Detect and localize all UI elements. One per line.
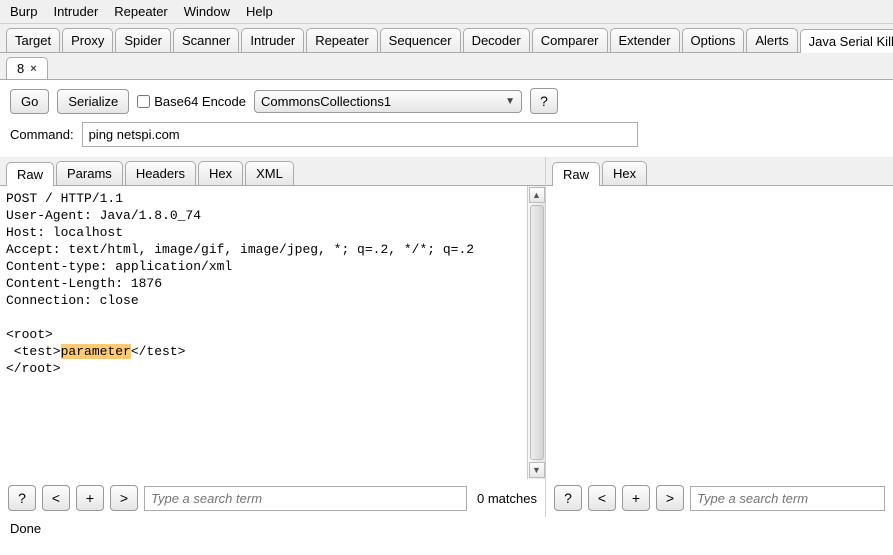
response-pane: Raw Hex ? < + > [546, 157, 893, 517]
menu-repeater[interactable]: Repeater [110, 2, 171, 21]
tab-comparer[interactable]: Comparer [532, 28, 608, 52]
tab-repeater[interactable]: Repeater [306, 28, 377, 52]
request-pane: Raw Params Headers Hex XML POST / HTTP/1… [0, 157, 546, 517]
response-search-next[interactable]: > [656, 485, 684, 511]
request-search-next[interactable]: > [110, 485, 138, 511]
tab-java-serial-killer[interactable]: Java Serial Killer [800, 29, 893, 53]
tab-proxy[interactable]: Proxy [62, 28, 113, 52]
tab-alerts[interactable]: Alerts [746, 28, 797, 52]
menu-burp[interactable]: Burp [6, 2, 41, 21]
base64-label: Base64 Encode [154, 94, 246, 109]
response-search-add[interactable]: + [622, 485, 650, 511]
close-icon[interactable]: × [30, 63, 36, 75]
request-scrollbar[interactable]: ▲ ▼ [527, 186, 545, 479]
response-search-prev[interactable]: < [588, 485, 616, 511]
panes: Raw Params Headers Hex XML POST / HTTP/1… [0, 157, 893, 517]
menubar: Burp Intruder Repeater Window Help [0, 0, 893, 24]
tab-spider[interactable]: Spider [115, 28, 171, 52]
response-tab-hex[interactable]: Hex [602, 161, 647, 185]
sub-tab-8[interactable]: 8 × [6, 57, 48, 79]
request-tab-headers[interactable]: Headers [125, 161, 196, 185]
request-tabs: Raw Params Headers Hex XML [0, 157, 545, 186]
main-tabs: Target Proxy Spider Scanner Intruder Rep… [0, 24, 893, 53]
menu-window[interactable]: Window [180, 2, 234, 21]
base64-checkbox-input[interactable] [137, 95, 150, 108]
scroll-up-icon[interactable]: ▲ [529, 187, 545, 203]
base64-encode-checkbox[interactable]: Base64 Encode [137, 94, 246, 109]
response-search-help[interactable]: ? [554, 485, 582, 511]
response-search-input[interactable] [690, 486, 885, 511]
command-row: Command: [0, 122, 893, 157]
request-editor[interactable]: POST / HTTP/1.1 User-Agent: Java/1.8.0_7… [0, 186, 527, 479]
command-input[interactable] [82, 122, 638, 147]
request-search-prev[interactable]: < [42, 485, 70, 511]
scroll-down-icon[interactable]: ▼ [529, 462, 545, 478]
help-button[interactable]: ? [530, 88, 558, 114]
status-bar: Done [0, 517, 893, 540]
tab-scanner[interactable]: Scanner [173, 28, 239, 52]
tab-sequencer[interactable]: Sequencer [380, 28, 461, 52]
response-tabs: Raw Hex [546, 157, 893, 186]
request-tab-xml[interactable]: XML [245, 161, 294, 185]
request-search-bar: ? < + > 0 matches [0, 479, 545, 517]
request-tab-params[interactable]: Params [56, 161, 123, 185]
go-button[interactable]: Go [10, 89, 49, 114]
response-editor[interactable] [546, 186, 893, 479]
tab-decoder[interactable]: Decoder [463, 28, 530, 52]
chevron-down-icon: ▼ [505, 96, 515, 107]
serialize-button[interactable]: Serialize [57, 89, 129, 114]
sub-tabs: 8 × [0, 53, 893, 80]
editor-highlight: parameter [61, 344, 131, 359]
tab-intruder[interactable]: Intruder [241, 28, 304, 52]
request-tab-hex[interactable]: Hex [198, 161, 243, 185]
command-label: Command: [10, 127, 74, 142]
tab-extender[interactable]: Extender [610, 28, 680, 52]
request-search-add[interactable]: + [76, 485, 104, 511]
request-tab-raw[interactable]: Raw [6, 162, 54, 186]
tab-target[interactable]: Target [6, 28, 60, 52]
payload-select[interactable]: CommonsCollections1 ▼ [254, 90, 522, 113]
editor-pre: POST / HTTP/1.1 User-Agent: Java/1.8.0_7… [6, 191, 474, 359]
request-search-help[interactable]: ? [8, 485, 36, 511]
request-search-matches: 0 matches [477, 491, 537, 506]
request-search-input[interactable] [144, 486, 467, 511]
response-search-bar: ? < + > [546, 479, 893, 517]
scroll-thumb[interactable] [530, 205, 544, 460]
sub-tab-label: 8 [17, 61, 24, 76]
tab-options[interactable]: Options [682, 28, 745, 52]
response-tab-raw[interactable]: Raw [552, 162, 600, 186]
payload-value: CommonsCollections1 [261, 94, 391, 109]
menu-intruder[interactable]: Intruder [49, 2, 102, 21]
toolbar: Go Serialize Base64 Encode CommonsCollec… [0, 80, 893, 122]
menu-help[interactable]: Help [242, 2, 277, 21]
